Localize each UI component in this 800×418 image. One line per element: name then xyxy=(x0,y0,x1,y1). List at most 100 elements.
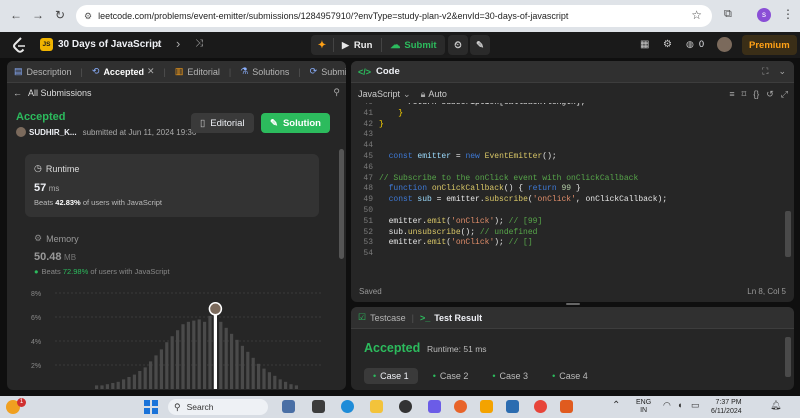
chart-bar[interactable] xyxy=(230,333,234,389)
chart-bar[interactable] xyxy=(170,336,174,389)
editor-scrollbar[interactable] xyxy=(785,211,791,257)
chart-bar[interactable] xyxy=(208,315,212,389)
wifi-icon[interactable]: ◠ xyxy=(663,400,671,411)
edge-browser-icon[interactable] xyxy=(341,400,354,413)
braces-icon[interactable]: {} xyxy=(753,89,759,99)
chart-bar[interactable] xyxy=(143,367,147,389)
chart-bar[interactable] xyxy=(127,377,131,389)
left-scrollbar[interactable] xyxy=(339,149,344,259)
chart-bar[interactable] xyxy=(165,342,169,389)
taskbar-search[interactable]: ⚲ Search xyxy=(168,399,268,415)
next-problem-icon[interactable]: › xyxy=(176,36,180,51)
debug-icon[interactable]: ✦ xyxy=(311,40,333,51)
meet-app-icon[interactable] xyxy=(282,400,295,413)
chart-bar[interactable] xyxy=(289,384,293,389)
shuffle-icon[interactable]: ⤨ xyxy=(195,38,203,49)
chart-bar[interactable] xyxy=(246,351,250,389)
chart-bar[interactable] xyxy=(186,321,190,389)
study-plan-title[interactable]: 30 Days of JavaScript xyxy=(58,39,161,50)
reset-icon[interactable]: ↺ xyxy=(766,89,774,100)
code-line[interactable]: 52 sub. unsubscribe (); // undefined xyxy=(351,228,783,239)
app-icon-2[interactable] xyxy=(428,400,441,413)
windows-start-icon[interactable] xyxy=(144,400,158,414)
file-explorer-icon[interactable] xyxy=(370,400,383,413)
chart-user-marker[interactable] xyxy=(208,302,223,316)
tab-accepted[interactable]: Accepted xyxy=(103,67,144,77)
tab-description[interactable]: Description xyxy=(27,67,72,77)
timer-icon[interactable]: ⏲ xyxy=(448,35,468,55)
site-info-icon[interactable]: ⚙ xyxy=(84,11,92,22)
console-scrollbar[interactable] xyxy=(785,337,791,377)
battery-icon[interactable]: ▭ xyxy=(691,400,700,411)
runtime-card[interactable]: ◷ Runtime 57 ms Beats 42.83% of users wi… xyxy=(25,154,319,217)
editorial-button[interactable]: ▯ Editorial xyxy=(191,113,254,133)
notifications-bell-icon[interactable]: 🔔︎ xyxy=(770,400,781,411)
tab-editorial[interactable]: Editorial xyxy=(187,67,220,77)
maximize-icon[interactable]: ⛶ xyxy=(762,66,768,77)
code-line[interactable]: 53 emitter. emit('onClick'); // [] xyxy=(351,238,783,249)
back-arrow-icon[interactable]: ← xyxy=(13,88,22,98)
expand-icon[interactable]: ⤢ xyxy=(781,89,788,100)
chart-bar[interactable] xyxy=(251,357,255,389)
tab-test-result[interactable]: Test Result xyxy=(434,313,482,323)
author-name[interactable]: SUDHIR_K... xyxy=(29,128,77,137)
profile-avatar[interactable]: s xyxy=(757,8,771,22)
app-icon-1[interactable] xyxy=(399,400,412,413)
chart-bar[interactable] xyxy=(262,368,266,389)
chart-bar-current[interactable] xyxy=(213,309,217,389)
chart-bar[interactable] xyxy=(111,383,115,389)
chart-bar[interactable] xyxy=(278,379,282,389)
code-line[interactable]: 50 xyxy=(351,206,783,217)
chart-bar[interactable] xyxy=(181,324,185,389)
task-view-icon[interactable] xyxy=(312,400,325,413)
case-tab-4[interactable]: • Case 4 xyxy=(543,368,597,384)
settings-gear-icon[interactable]: ⚙ xyxy=(663,39,672,50)
code-line[interactable]: 54 xyxy=(351,249,783,260)
user-avatar[interactable] xyxy=(717,37,732,52)
back-icon[interactable]: ← xyxy=(8,8,24,22)
runtime-distribution-chart[interactable]: 8% 6% 4% 2% xyxy=(25,289,325,390)
auto-mode-label[interactable]: Auto xyxy=(428,89,447,99)
run-button[interactable]: Run xyxy=(354,40,372,51)
url-text[interactable]: leetcode.com/problems/event-emitter/subm… xyxy=(98,11,568,21)
forward-icon[interactable]: → xyxy=(30,8,46,22)
code-line[interactable]: 44 xyxy=(351,141,783,152)
volume-icon[interactable]: ◖ xyxy=(677,400,682,410)
tab-submissions[interactable]: Submissions xyxy=(321,67,346,77)
clock[interactable]: 7:37 PM 6/11/2024 xyxy=(711,398,742,416)
layout-grid-icon[interactable]: ▦ xyxy=(640,39,649,50)
chart-bar[interactable] xyxy=(203,321,207,389)
chrome-icon[interactable] xyxy=(534,400,547,413)
bookmark-star-icon[interactable]: ☆ xyxy=(691,8,702,22)
address-bar[interactable]: ⚙ leetcode.com/problems/event-emitter/su… xyxy=(76,5,712,27)
code-line[interactable]: 42} xyxy=(351,120,783,131)
language-select[interactable]: JavaScript xyxy=(358,89,400,99)
reload-icon[interactable]: ↻ xyxy=(52,8,68,22)
code-line[interactable]: 47 // Subscribe to the onClick event with… xyxy=(351,174,783,185)
firefox-icon[interactable] xyxy=(454,400,467,413)
bookmark-icon[interactable]: ⌑ xyxy=(742,89,747,100)
case-tab-3[interactable]: • Case 3 xyxy=(483,368,537,384)
code-line[interactable]: 48 function onClickCallback() { return 9… xyxy=(351,184,783,195)
chart-bar[interactable] xyxy=(116,381,120,389)
share-link-icon[interactable]: ⚲ xyxy=(333,87,340,98)
sublime-icon[interactable] xyxy=(480,400,493,413)
chart-bar[interactable] xyxy=(154,355,158,389)
tray-chevron-icon[interactable]: ⌃ xyxy=(612,400,620,411)
chevron-down-icon[interactable]: ⌄ xyxy=(403,89,411,100)
chart-bar[interactable] xyxy=(240,345,244,389)
chart-bar[interactable] xyxy=(132,374,136,389)
chart-bar[interactable] xyxy=(235,339,239,389)
app-icon-3[interactable] xyxy=(506,400,519,413)
close-tab-icon[interactable]: ✕ xyxy=(147,66,155,77)
chart-bar[interactable] xyxy=(159,349,163,389)
code-line[interactable]: 49 const sub = emitter. subscribe('onClic… xyxy=(351,195,783,206)
tab-solutions[interactable]: Solutions xyxy=(252,67,289,77)
input-language[interactable]: ENG IN xyxy=(636,399,651,415)
submit-button[interactable]: Submit xyxy=(404,40,436,51)
app-icon-4[interactable] xyxy=(560,400,573,413)
chart-bar[interactable] xyxy=(149,361,153,389)
chart-bar[interactable] xyxy=(257,363,261,389)
chart-bar[interactable] xyxy=(219,321,223,389)
code-line[interactable]: 43 xyxy=(351,130,783,141)
